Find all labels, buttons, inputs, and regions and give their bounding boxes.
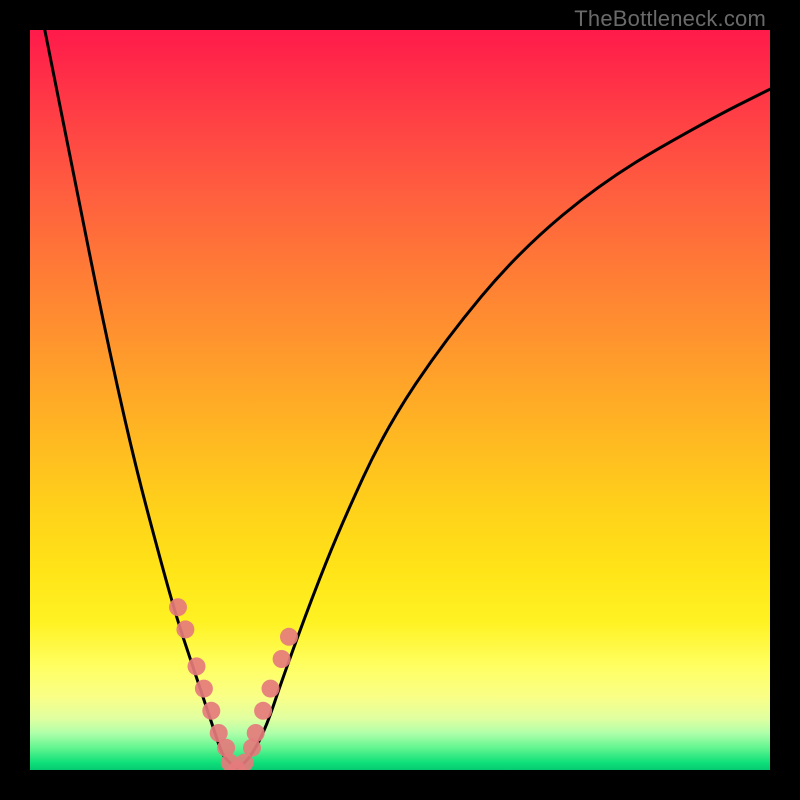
chart-container: TheBottleneck.com xyxy=(0,0,800,800)
highlight-dot xyxy=(176,620,194,638)
curve-layer xyxy=(30,30,770,770)
highlight-dot xyxy=(273,650,291,668)
highlight-dot xyxy=(247,724,265,742)
watermark-text: TheBottleneck.com xyxy=(574,6,766,32)
highlight-dot xyxy=(188,657,206,675)
highlight-dot xyxy=(169,598,187,616)
highlight-dot xyxy=(254,702,272,720)
highlight-dot xyxy=(280,628,298,646)
highlight-dots xyxy=(169,598,298,770)
bottleneck-curve xyxy=(45,30,770,768)
highlight-dot xyxy=(202,702,220,720)
highlight-dot xyxy=(195,680,213,698)
highlight-dot xyxy=(262,680,280,698)
